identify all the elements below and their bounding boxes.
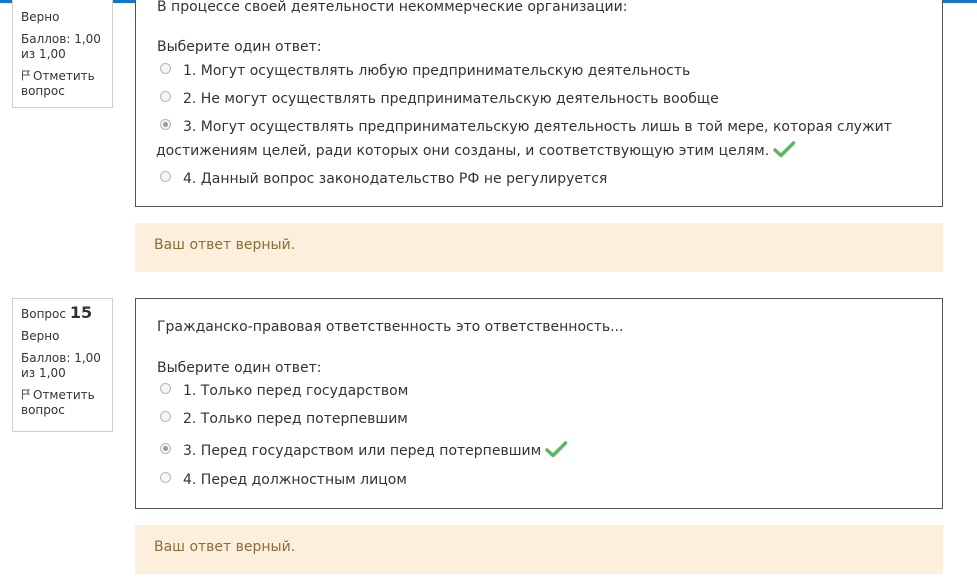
check-icon [773,141,796,157]
answer-option-3[interactable]: 3. Перед государством или перед потерпев… [160,439,568,463]
flag-icon [22,389,30,400]
question-grade: Баллов: 1,00 из 1,00 [21,32,101,61]
option-label: 3. Перед государством или перед потерпев… [183,443,542,459]
answer-option-1[interactable]: 1. Могут осуществлять любую предпринимат… [160,59,690,83]
feedback-q15: Ваш ответ верный. [135,525,943,574]
question-number: Вопрос 15 [21,305,104,322]
question-text: В процессе своей деятельности некоммерче… [157,0,628,15]
question-box-q15: Гражданско-правовая ответственность это … [135,298,943,509]
question-number-value: 15 [69,303,93,322]
option-label: 4. Данный вопрос законодательство РФ не … [183,171,608,187]
radio-button[interactable] [160,411,171,422]
question-grade: Баллов: 1,00 из 1,00 [21,351,101,380]
flag-question-link[interactable]: Отметить вопрос [21,69,104,99]
feedback-text: Ваш ответ верный. [154,539,296,555]
radio-button[interactable] [160,472,171,483]
option-label: 2. Только перед потерпевшим [183,411,408,427]
answer-prompt: Выберите один ответ: [157,39,322,55]
feedback-text: Ваш ответ верный. [154,237,296,253]
question-text: Гражданско-правовая ответственность это … [157,319,624,335]
option-label: 1. Могут осуществлять любую предпринимат… [183,63,691,79]
radio-button[interactable] [160,383,171,394]
question-state: Верно [21,329,60,343]
answer-option-4[interactable]: 4. Перед должностным лицом [160,468,407,492]
answer-option-2[interactable]: 2. Не могут осуществлять предприниматель… [160,87,719,111]
flag-label: Отметить вопрос [21,69,95,98]
answer-option-2[interactable]: 2. Только перед потерпевшим [160,407,408,431]
radio-button-selected[interactable] [160,443,171,454]
answer-option-4[interactable]: 4. Данный вопрос законодательство РФ не … [160,167,607,191]
question-info-q15: Вопрос 15 Верно Баллов: 1,00 из 1,00 Отм… [12,298,113,432]
question-label: Вопрос [21,307,66,321]
answer-option-1[interactable]: 1. Только перед государством [160,379,408,403]
radio-button[interactable] [160,171,171,182]
answer-prompt: Выберите один ответ: [157,360,322,376]
option-label-continued: достижениям целей, ради которых они созд… [156,143,770,159]
check-icon [545,441,568,457]
option-label: 1. Только перед государством [183,383,409,399]
flag-label: Отметить вопрос [21,388,95,417]
question-state: Верно [21,10,60,24]
flag-icon [22,70,30,81]
feedback-q14: Ваш ответ верный. [135,223,943,272]
answer-option-3[interactable]: 3. Могут осуществлять предпринимательску… [156,115,892,163]
flag-question-link[interactable]: Отметить вопрос [21,388,104,418]
option-label: 2. Не могут осуществлять предприниматель… [183,91,719,107]
question-info-q14: Верно Баллов: 1,00 из 1,00 Отметить вопр… [12,0,113,108]
option-label: 3. Могут осуществлять предпринимательску… [183,119,892,135]
option-label: 4. Перед должностным лицом [183,472,407,488]
question-box-q14: В процессе своей деятельности некоммерче… [135,0,943,207]
radio-button[interactable] [160,63,171,74]
radio-button-selected[interactable] [160,119,171,130]
radio-button[interactable] [160,91,171,102]
